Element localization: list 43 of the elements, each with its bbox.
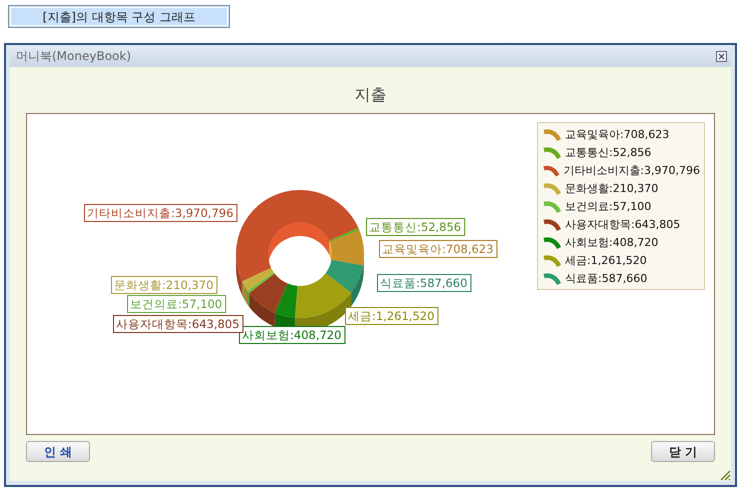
slice-label: 사회보험 (242, 328, 290, 342)
data-label: :52,856 (417, 220, 462, 234)
data-label: 교통통신:52,856 (366, 218, 466, 236)
slice-label: 식료품 (380, 276, 416, 290)
data-label: :587,660 (416, 276, 468, 290)
resize-grip-icon[interactable] (719, 469, 731, 481)
data-label: :3,970,796 (171, 206, 234, 220)
legend-label: 사용자대항목:643,805 (565, 216, 680, 233)
slice-label: 세금 (348, 309, 372, 323)
close-icon[interactable] (716, 50, 727, 62)
data-label: :408,720 (290, 328, 342, 342)
legend-label: 기타비소비지출:3,970,796 (563, 162, 700, 179)
data-label: :708,623 (442, 242, 494, 256)
legend-label: 사회보험:408,720 (565, 234, 658, 251)
legend-label: 식료품:587,660 (565, 270, 648, 287)
data-label: 사용자대항목:643,805 (113, 315, 244, 333)
data-label: 문화생활:210,370 (111, 276, 218, 294)
data-label: 사회보험:408,720 (239, 326, 346, 344)
slice-label: 보건의료 (130, 297, 178, 311)
data-label: 보건의료:57,100 (127, 295, 226, 313)
slice-label: 교통통신 (369, 220, 417, 234)
legend-label: 세금:1,261,520 (565, 252, 647, 269)
legend-label: 교육및육아:708,623 (565, 126, 670, 143)
legend-label: 보건의료:57,100 (565, 198, 652, 215)
print-button[interactable]: 인 쇄 (26, 441, 90, 462)
data-label: 식료품:587,660 (377, 274, 472, 292)
chart-title: 지출 (354, 85, 386, 105)
slice-label: 사용자대항목 (116, 317, 188, 331)
data-label: 기타비소비지출:3,970,796 (84, 204, 238, 222)
data-label: :643,805 (188, 317, 240, 331)
slice-label: 기타비소비지출 (87, 206, 171, 220)
data-label: 세금:1,261,520 (345, 307, 438, 325)
slice-label: 교육및육아 (382, 242, 442, 256)
data-label: 교육및육아:708,623 (379, 240, 498, 258)
data-label: :1,261,520 (372, 309, 434, 323)
slice-label: 문화생활 (114, 278, 162, 292)
data-label: :210,370 (162, 278, 214, 292)
legend-label: 교통통신:52,856 (565, 144, 652, 161)
legend-label: 문화생활:210,370 (565, 180, 658, 197)
close-button[interactable]: 닫 기 (651, 441, 715, 462)
data-label: :57,100 (178, 297, 222, 311)
window-title: 머니북(MoneyBook) (16, 48, 132, 65)
graph-button[interactable]: [지출]의 대항목 구성 그래프 (8, 5, 230, 28)
